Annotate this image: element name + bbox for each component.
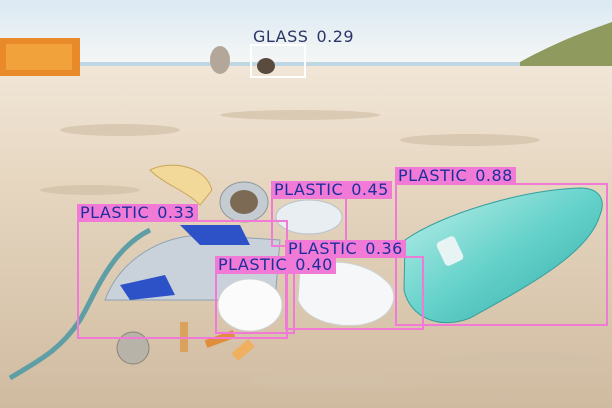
detection-label: PLASTIC 0.88: [395, 167, 516, 185]
detection-score: 0.45: [351, 180, 389, 199]
detection-label: PLASTIC 0.45: [271, 181, 392, 199]
detection-score: 0.40: [295, 255, 333, 274]
detection-box-plastic-bottle: PLASTIC 0.88: [395, 167, 608, 326]
detection-score: 0.33: [157, 203, 195, 222]
detection-class: PLASTIC: [274, 180, 344, 199]
detection-class: PLASTIC: [80, 203, 150, 222]
detection-scene: GLASS 0.29 PLASTIC 0.88 PLASTIC 0.45 PLASTI…: [0, 0, 612, 408]
detection-class: GLASS: [253, 27, 309, 46]
detection-score: 0.29: [316, 27, 355, 46]
detection-label: PLASTIC 0.33: [77, 204, 198, 222]
detection-class: PLASTIC: [218, 255, 288, 274]
detection-box-glass: GLASS 0.29: [250, 28, 354, 78]
detection-label: PLASTIC 0.40: [215, 256, 336, 274]
detection-label: GLASS 0.29: [250, 28, 357, 46]
detection-box-plastic-cup: PLASTIC 0.40: [215, 256, 336, 334]
detection-score: 0.88: [475, 166, 513, 185]
detection-class: PLASTIC: [398, 166, 468, 185]
detection-score: 0.36: [365, 239, 403, 258]
